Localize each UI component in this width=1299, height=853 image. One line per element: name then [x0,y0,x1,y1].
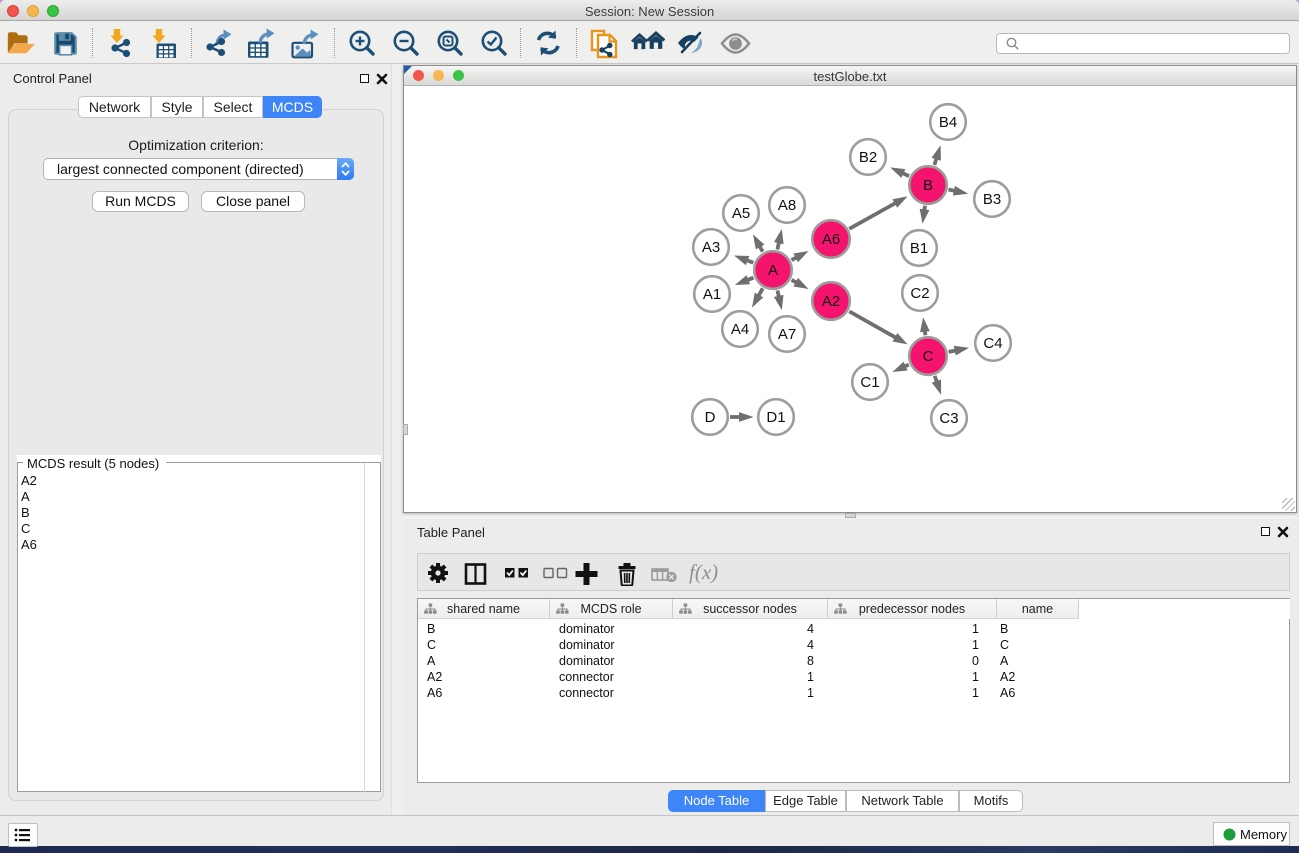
svg-text:B: B [923,177,933,194]
svg-text:C2: C2 [910,285,929,302]
svg-text:C1: C1 [860,374,879,391]
svg-text:C4: C4 [983,335,1002,352]
svg-text:A3: A3 [702,239,720,256]
svg-text:D: D [705,409,716,426]
svg-text:B1: B1 [910,240,928,257]
svg-text:D1: D1 [766,409,785,426]
svg-text:B4: B4 [939,114,957,131]
svg-text:A4: A4 [731,321,749,338]
svg-text:A7: A7 [778,326,796,343]
svg-text:A5: A5 [732,205,750,222]
svg-text:A8: A8 [778,197,796,214]
svg-text:B2: B2 [859,149,877,166]
svg-text:A6: A6 [822,231,840,248]
svg-text:A2: A2 [822,293,840,310]
svg-text:A: A [768,262,778,279]
svg-text:A1: A1 [703,286,721,303]
svg-text:B3: B3 [983,191,1001,208]
svg-text:C3: C3 [939,410,958,427]
svg-text:C: C [923,348,934,365]
